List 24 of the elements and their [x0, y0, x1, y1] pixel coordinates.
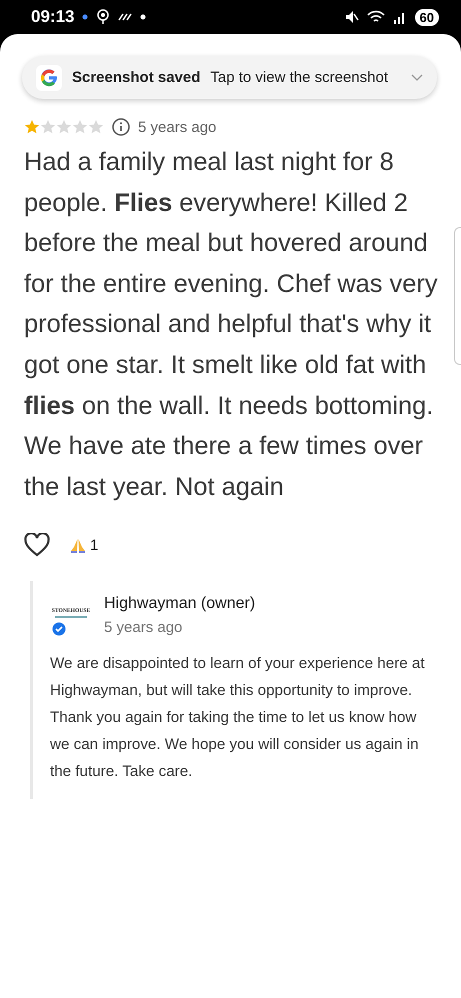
wifi-icon: [366, 10, 385, 24]
reaction-count: 1: [90, 536, 98, 554]
mute-icon: [344, 10, 359, 24]
signal-icon: [392, 10, 407, 24]
hotspot-icon: [96, 9, 110, 25]
praying-hands-icon: [70, 537, 86, 554]
reply-age: 5 years ago: [104, 619, 184, 636]
screenshot-toast[interactable]: Screenshot saved Tap to view the screenshot: [22, 56, 437, 99]
dot-icon: [140, 14, 146, 20]
info-icon[interactable]: [112, 118, 130, 136]
google-logo-icon: [39, 68, 59, 88]
scroll-handle[interactable]: [454, 227, 461, 365]
status-time: 09:13: [31, 7, 74, 27]
review-age: 5 years ago: [138, 118, 216, 136]
nfc-icon: [118, 13, 132, 21]
review-text: Had a family meal last night for 8 people. Flies everywhere! Killed 2 before the meal but hovered around for the entire evening. Chef was very professional and helpful that's why it got one star. It smelt like old fat with flies on the wall. It needs bottoming. We have ate there a few times over the last year. Not again: [24, 147, 438, 503]
location-dot-icon: [82, 14, 88, 20]
toast-title: Screenshot saved: [72, 69, 200, 86]
owner-name[interactable]: Highwayman (owner): [104, 595, 256, 614]
chevron-down-icon[interactable]: [411, 74, 423, 82]
toast-message: Tap to view the screenshot: [210, 69, 390, 86]
heart-icon[interactable]: [24, 533, 50, 558]
owner-reply-text: We are disappointed to learn of your experience here at Highwayman, but will take this opportunity to improve. Thank you again for taking the time to let us know how we can improve. We hope you will consider us again in the future. Take care.: [50, 654, 426, 782]
battery-level: 60: [414, 8, 439, 26]
